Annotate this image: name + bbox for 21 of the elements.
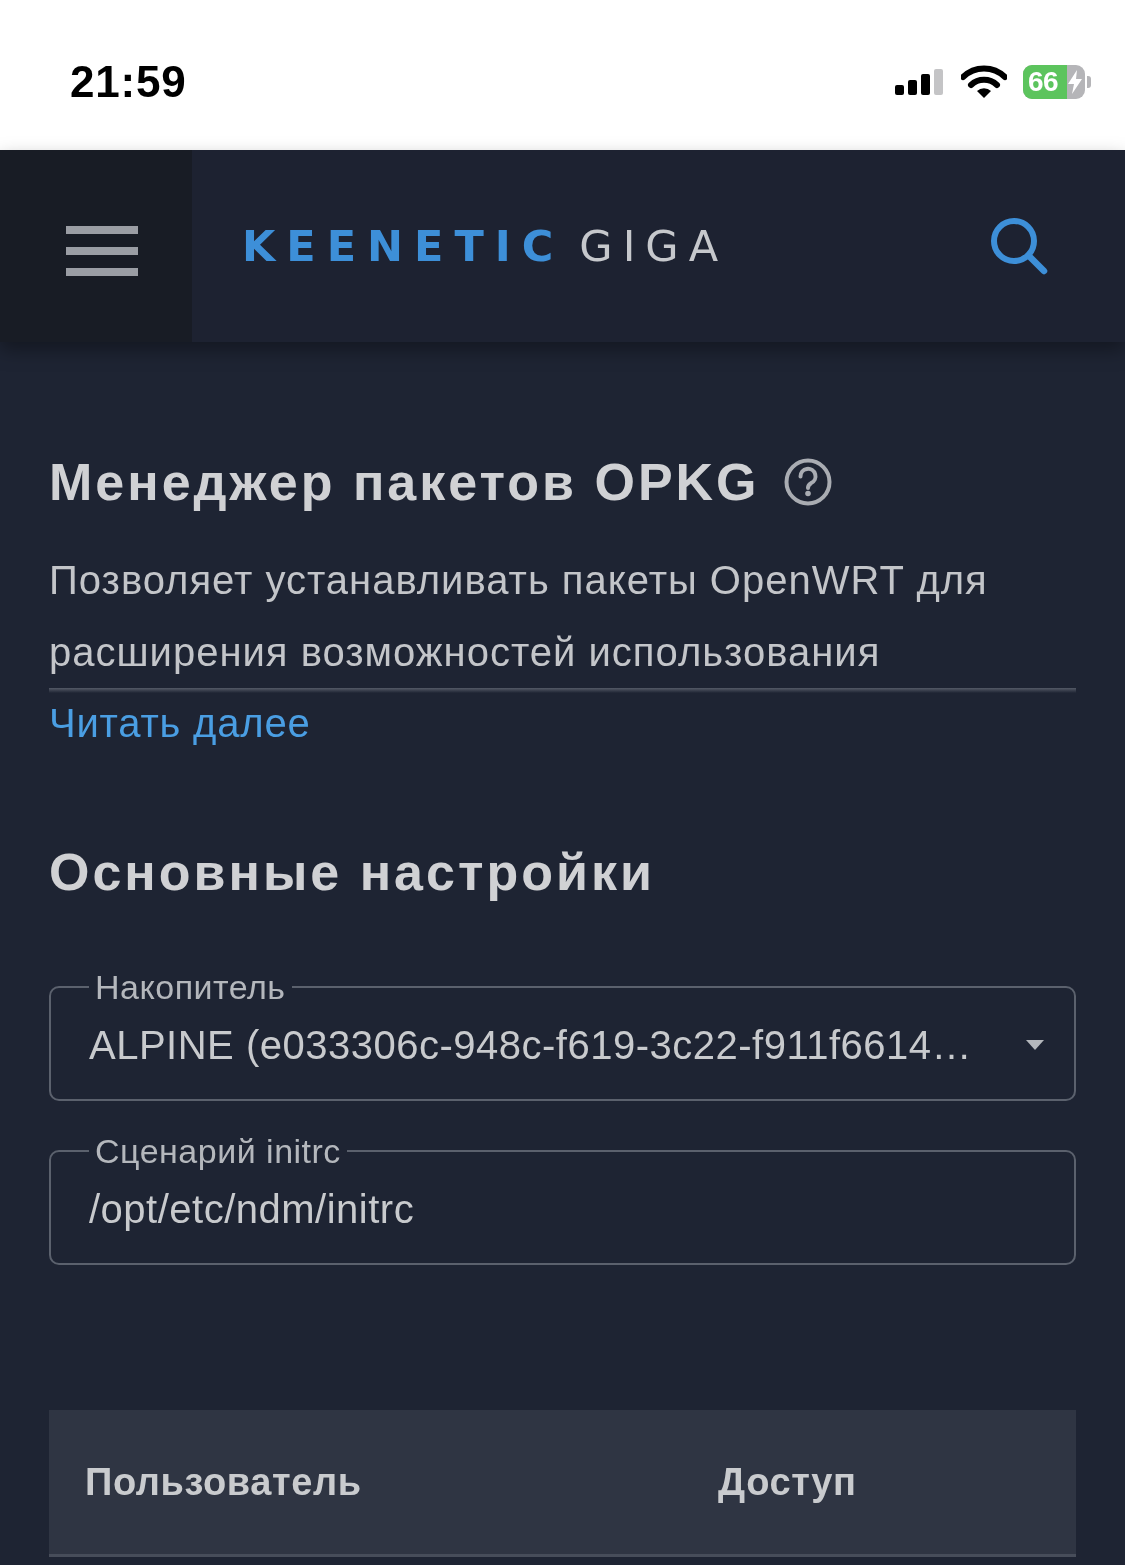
page-description: Позволяет устанавливать пакеты OpenWRT для расширения возможностей использования [49,557,989,676]
model-name: GIGA [579,221,729,271]
field-value: /opt/etc/ndm/initrc [89,1186,415,1233]
column-header: Пользователь [84,1460,363,1504]
help-icon[interactable] [783,458,832,506]
field-label: Сценарий initrc [94,1131,342,1171]
field-value: ALPINE (e033306c-948c-f619-3c22-f911f6614… [89,1022,973,1069]
caret-icon [1026,1040,1044,1050]
menu-button[interactable] [0,150,192,342]
column-header: Доступ [717,1460,858,1504]
wifi-icon [961,65,1007,99]
section-title: Основные настройки [49,842,656,903]
brand-logo: KEENETIC [242,221,565,271]
status-time: 21:59 [70,57,187,107]
cellular-signal-icon [895,69,945,95]
search-icon [989,216,1049,276]
field-label: Накопитель [94,967,287,1007]
read-more-link[interactable]: Читать далее [49,701,311,745]
battery-percentage: 66 [1028,65,1059,99]
page-title: Менеджер пакетов OPKG [49,452,760,513]
search-button[interactable] [989,216,1049,276]
